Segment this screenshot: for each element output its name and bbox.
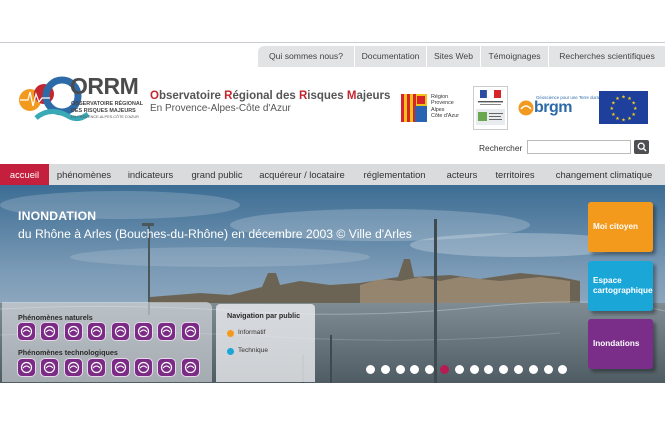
radio-informatif-label[interactable]: Informatif <box>238 329 265 336</box>
svg-text:★: ★ <box>615 116 620 122</box>
search-label: Rechercher <box>479 143 523 153</box>
search-button[interactable] <box>634 140 649 154</box>
logo-acronym: ORRM <box>70 73 139 99</box>
slide-dot[interactable] <box>514 365 523 374</box>
slide-dot[interactable] <box>366 365 375 374</box>
search-icon <box>637 142 646 152</box>
orrm-logo[interactable]: ORRM OBSERVATOIRE RÉGIONAL DES RISQUES M… <box>16 72 144 132</box>
factory-icon[interactable] <box>157 358 177 377</box>
brgm-logo[interactable]: Géoscience pour une Terre durable brgm <box>518 94 605 120</box>
region-paca-logo[interactable]: Région Provence Alpes Côte d'Azur <box>401 92 467 124</box>
slide-dot[interactable] <box>440 365 449 374</box>
nav-grand-public[interactable]: grand public <box>182 164 252 185</box>
nav-reglementation[interactable]: réglementation <box>352 164 437 185</box>
slide-dot[interactable] <box>395 365 405 374</box>
main-nav: accueil phénomènes indicateurs grand pub… <box>0 164 665 185</box>
svg-text:★: ★ <box>611 112 616 118</box>
tile-espace-cartographique[interactable]: Espace cartographique <box>588 261 653 311</box>
svg-text:★: ★ <box>610 106 615 112</box>
page-bottom <box>0 383 665 437</box>
radio-informatif[interactable] <box>227 330 234 337</box>
ministry-logo[interactable] <box>473 86 508 130</box>
earthquake-icon[interactable] <box>17 322 36 341</box>
chemical-icon[interactable] <box>180 358 200 377</box>
utility-link-about[interactable]: Qui sommes nous? <box>258 46 354 67</box>
utility-link-research[interactable]: Recherches scientifiques <box>548 46 665 67</box>
svg-text:★: ★ <box>615 96 620 102</box>
slide-dot[interactable] <box>528 365 538 374</box>
logo-tagline-1: OBSERVATOIRE RÉGIONAL <box>71 101 144 107</box>
svg-text:★: ★ <box>627 116 632 122</box>
nav-acquereur-locataire[interactable]: acquéreur / locataire <box>252 164 352 185</box>
nuclear-icon[interactable] <box>40 358 60 377</box>
gas-icon[interactable] <box>134 358 153 377</box>
volcano-icon[interactable] <box>180 322 200 341</box>
utility-link-documentation[interactable]: Documentation <box>354 46 426 67</box>
search-input[interactable] <box>527 140 631 154</box>
region-line: Côte d'Azur <box>431 113 459 120</box>
tile-inondations[interactable]: Inondations <box>588 319 653 369</box>
radio-technique[interactable] <box>227 348 234 355</box>
nav-changement-climatique[interactable]: changement climatique <box>543 164 665 185</box>
utility-link-websites[interactable]: Sites Web <box>426 46 480 67</box>
mining-icon[interactable] <box>110 358 130 377</box>
slide-caption: du Rhône à Arles (Bouches-du-Rhône) en d… <box>18 227 412 241</box>
nav-indicateurs[interactable]: indicateurs <box>119 164 182 185</box>
site-subtitle: En Provence-Alpes-Côte d'Azur <box>150 103 291 114</box>
landslide-icon[interactable] <box>110 322 130 341</box>
avalanche-icon[interactable] <box>40 322 60 341</box>
storm-icon[interactable] <box>157 322 177 341</box>
radio-technique-label[interactable]: Technique <box>238 347 268 354</box>
nav-phenomenes[interactable]: phénomènes <box>49 164 119 185</box>
slide-dot[interactable] <box>469 365 479 374</box>
forest-fire-icon[interactable] <box>63 322 83 341</box>
site-title-part: R <box>298 90 308 102</box>
dam-icon[interactable] <box>63 358 83 377</box>
tile-moi-citoyen[interactable]: Moi citoyen <box>588 202 653 252</box>
nav-acteurs[interactable]: acteurs <box>437 164 487 185</box>
site-title-part: égional des <box>232 90 299 102</box>
public-navigation-title: Navigation par public <box>227 311 301 320</box>
logo-tagline-2: DES RISQUES MAJEURS <box>71 108 136 114</box>
brgm-wordmark: brgm <box>534 99 573 116</box>
slide-title: INONDATION <box>18 209 97 223</box>
site-title-part: isques <box>307 90 347 102</box>
eu-flag-logo[interactable]: ★ ★ ★ ★ ★ ★ ★ ★ ★ ★ ★ ★ <box>599 91 648 124</box>
svg-text:★: ★ <box>621 95 626 101</box>
technological-phenomena-label: Phénomènes technologiques <box>18 348 118 357</box>
tile-label: Moi citoyen <box>593 222 639 231</box>
site-title-part: ajeurs <box>356 90 391 102</box>
industrial-icon[interactable] <box>17 358 36 377</box>
seismic-wave-icon[interactable] <box>87 322 107 341</box>
nav-accueil[interactable]: accueil <box>0 164 49 185</box>
logo-tagline-3: EN PROVENCE-ALPES-CÔTE D'AZUR <box>71 115 139 119</box>
slide-dot[interactable] <box>543 365 553 374</box>
site-title: Observatoire Régional des Risques Majeur… <box>150 90 390 102</box>
tile-label: Inondations <box>593 339 640 348</box>
site-title-part: bservatoire <box>158 90 225 102</box>
top-divider <box>0 42 665 43</box>
transport-icon[interactable] <box>87 358 107 377</box>
utility-link-testimonials[interactable]: Témoignages <box>480 46 548 67</box>
svg-text:★: ★ <box>621 118 626 124</box>
tile-label: Espace cartographique <box>593 276 653 295</box>
flood-wave-icon[interactable] <box>134 322 153 341</box>
slide-dot[interactable] <box>454 365 464 374</box>
natural-phenomena-label: Phénomènes naturels <box>18 313 93 322</box>
utility-nav: Qui sommes nous? Documentation Sites Web… <box>258 46 665 67</box>
svg-text:★: ★ <box>631 112 636 118</box>
site-title-part: O <box>150 90 159 102</box>
nav-territoires[interactable]: territoires <box>487 164 543 185</box>
slide-dot[interactable] <box>380 365 390 374</box>
